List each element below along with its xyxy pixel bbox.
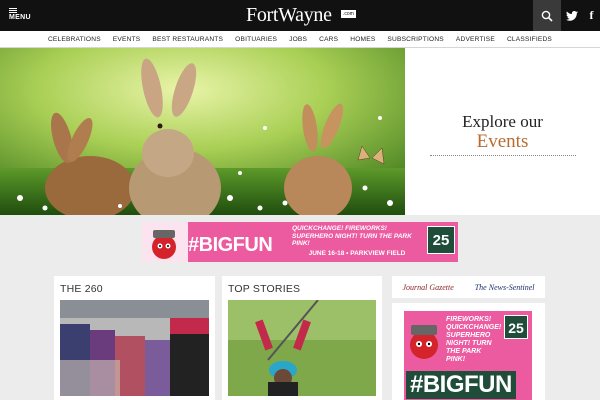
- nav-item-events[interactable]: EVENTS: [107, 36, 147, 43]
- tincaps-mascot-icon: [142, 222, 188, 262]
- facebook-button[interactable]: f: [583, 0, 600, 31]
- facebook-icon: f: [589, 8, 594, 22]
- nav-item-best-restaurants[interactable]: BEST RESTAURANTS: [146, 36, 229, 43]
- nav-item-cars[interactable]: CARS: [313, 36, 344, 43]
- divider: [430, 155, 576, 156]
- bigfun-side-ad[interactable]: FIREWORKS! QUICKCHANGE! SUPERHERO NIGHT!…: [392, 303, 545, 400]
- journal-gazette-logo[interactable]: Journal Gazette: [402, 283, 453, 292]
- side-ad-hashtag: #BIGFUN: [406, 371, 516, 399]
- menu-button[interactable]: MENU: [9, 8, 31, 21]
- explore-events-panel[interactable]: Explore our Events: [405, 48, 600, 215]
- top-bar: MENU FortWayne .com f: [0, 0, 600, 31]
- hamburger-icon: [9, 8, 17, 13]
- twitter-icon: [566, 10, 578, 21]
- nav-item-celebrations[interactable]: CELEBRATIONS: [42, 36, 107, 43]
- zipline-image: [228, 300, 376, 396]
- newspaper-logos: Journal Gazette The News-Sentinel: [392, 276, 545, 298]
- nav-item-obituaries[interactable]: OBITUARIES: [229, 36, 283, 43]
- easter-bunnies-photo: [0, 48, 405, 215]
- search-button[interactable]: [533, 0, 561, 31]
- site-logo[interactable]: FortWayne: [246, 4, 332, 27]
- tincaps-mascot-icon: [410, 325, 438, 359]
- nav-item-advertise[interactable]: ADVERTISE: [450, 36, 501, 43]
- nav-item-homes[interactable]: HOMES: [344, 36, 381, 43]
- nav-item-jobs[interactable]: JOBS: [283, 36, 313, 43]
- bigfun-banner-ad[interactable]: #BIGFUN QUICKCHANGE! FIREWORKS! SUPERHER…: [142, 222, 458, 262]
- top-stories-card[interactable]: TOP STORIES: [222, 276, 382, 400]
- menu-label: MENU: [9, 14, 31, 21]
- hero-image[interactable]: [0, 48, 405, 215]
- banner-dates: JUNE 16-18 • PARKVIEW FIELD: [308, 250, 406, 257]
- the-260-card[interactable]: THE 260: [54, 276, 215, 400]
- logo-text: FortWayne: [246, 4, 332, 26]
- main-nav: CELEBRATIONS EVENTS BEST RESTAURANTS OBI…: [0, 31, 600, 48]
- store-aisle-photo[interactable]: [60, 300, 209, 396]
- card-title: TOP STORIES: [228, 283, 301, 295]
- zipline-photo[interactable]: [228, 300, 376, 396]
- explore-heading: Explore our: [462, 112, 543, 131]
- store-aisle-image: [60, 300, 209, 396]
- anniversary-badge: 25: [427, 226, 455, 254]
- side-ad-promo: FIREWORKS! QUICKCHANGE! SUPERHERO NIGHT!…: [446, 316, 502, 363]
- banner-promo: QUICKCHANGE! FIREWORKS! SUPERHERO NIGHT!…: [292, 225, 412, 247]
- news-sentinel-logo[interactable]: The News-Sentinel: [475, 283, 535, 292]
- anniversary-badge: 25: [504, 315, 528, 339]
- nav-item-classifieds[interactable]: CLASSIFIEDS: [501, 36, 558, 43]
- banner-hashtag: #BIGFUN: [188, 234, 273, 256]
- card-title: THE 260: [60, 283, 103, 295]
- twitter-button[interactable]: [561, 0, 583, 31]
- logo-suffix: .com: [341, 10, 356, 18]
- nav-item-subscriptions[interactable]: SUBSCRIPTIONS: [381, 36, 449, 43]
- events-link[interactable]: Events: [405, 131, 600, 153]
- search-icon: [541, 10, 553, 22]
